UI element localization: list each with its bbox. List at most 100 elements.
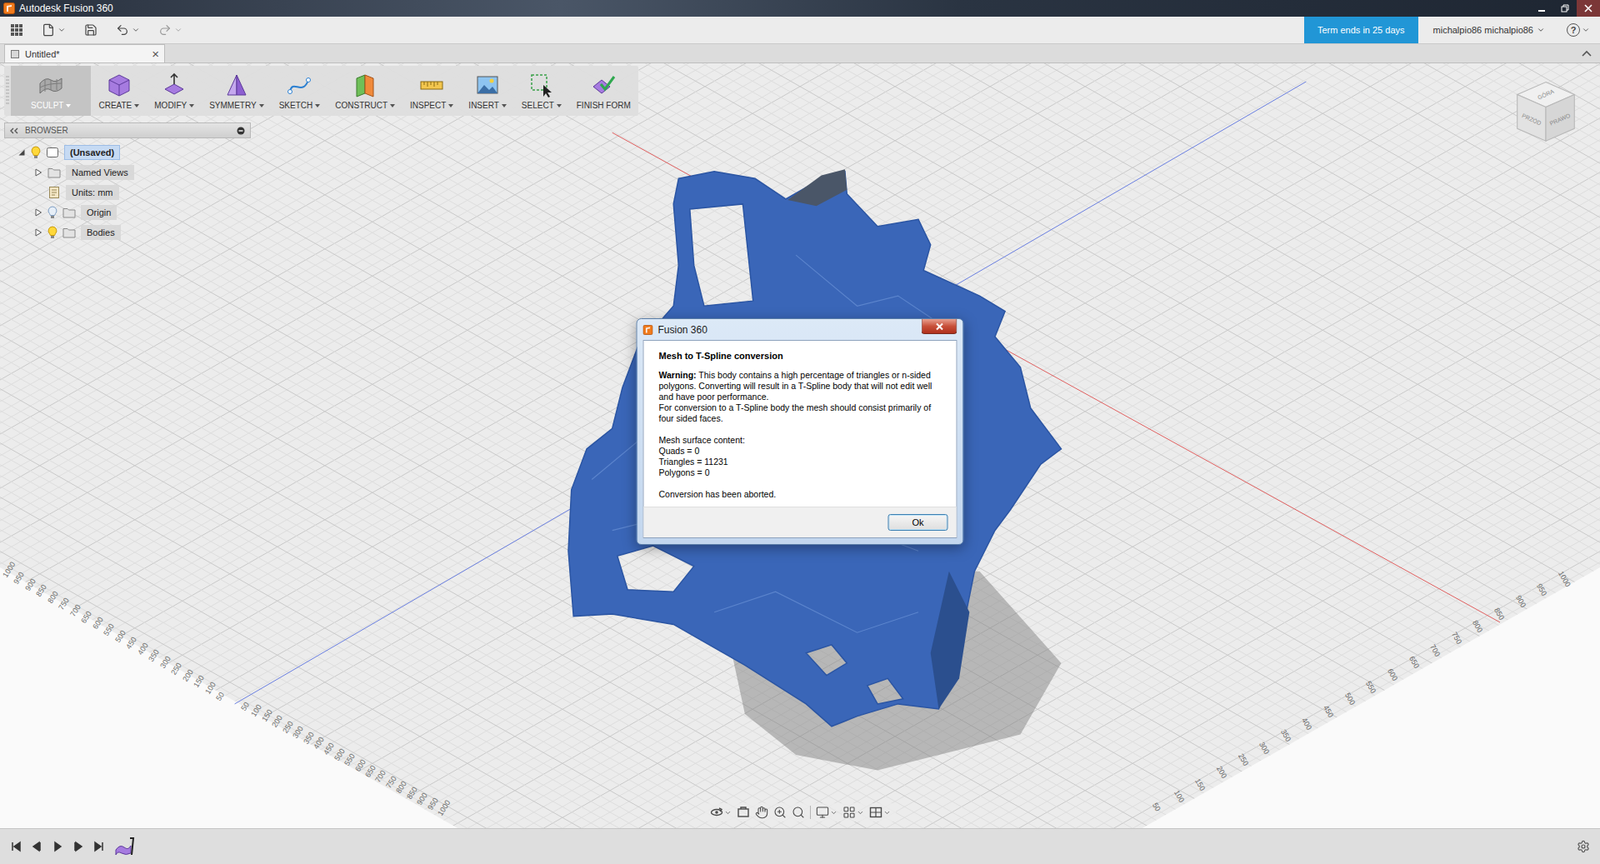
collapsed-icon[interactable] [34,208,43,217]
mesh-body[interactable] [568,171,1062,727]
browser-item[interactable]: Bodies [4,222,251,243]
toolbar-label[interactable]: FINISH FORM [576,100,631,110]
collapsed-icon[interactable] [34,168,43,177]
mesh-stat: Quads = 0 [659,445,942,457]
bulb-on-icon[interactable] [47,225,58,240]
restore-button[interactable] [1553,0,1577,17]
sculpt-icon [37,71,65,99]
conversion-dialog: Fusion 360 Mesh to T-Spline conversionWar… [636,318,965,545]
collapse-tabs-button[interactable] [1581,44,1592,63]
save-button[interactable] [84,23,98,37]
toolbar-grip[interactable] [4,65,11,116]
toolbar-button[interactable]: CREATE [90,65,147,116]
user-name[interactable]: michalpio86 michalpio86 [1433,25,1534,35]
orbit-button[interactable] [710,805,732,820]
document-tab[interactable]: Untitled* × [4,44,165,63]
browser-item-label[interactable]: Named Views [65,165,135,180]
user-menu[interactable]: michalpio86 michalpio86 [1433,25,1545,35]
grid-icon [842,805,856,820]
toolbar-label[interactable]: SKETCH [279,100,321,110]
toolbar-label[interactable]: SCULPT [30,100,71,110]
dialog-footer: Ok [644,506,957,538]
dialog-title-bar[interactable]: Fusion 360 [643,319,958,340]
timeline-feature-icon[interactable] [114,836,136,857]
display-settings-button[interactable] [815,805,838,820]
browser-item-label[interactable]: Origin [80,205,117,220]
toolbar-button[interactable]: FINISH FORM [569,65,639,116]
document-tab-bar: Untitled* × [0,44,1600,64]
collapsed-icon[interactable] [34,228,43,237]
construct-icon [351,71,379,99]
toolbar-label[interactable]: INSERT [468,100,507,110]
tab-label[interactable]: Untitled* [25,49,60,60]
dialog-title: Fusion 360 [643,319,708,336]
minimize-button[interactable] [1530,0,1554,17]
dialog-body: Mesh to T-Spline conversionWarning: This… [643,340,958,539]
zoom-button[interactable] [773,805,787,820]
toolbar-button[interactable]: INSPECT [402,65,461,116]
toolbar-label[interactable]: CONSTRUCT [335,100,395,110]
browser-item-label[interactable]: Bodies [80,225,121,240]
step-back-icon[interactable] [30,840,43,853]
app-menu-button[interactable] [10,23,24,37]
file-menu-button[interactable] [41,23,66,37]
toolbar-label[interactable]: MODIFY [154,100,195,110]
go-to-start-icon[interactable] [10,840,22,853]
dialog-close-button[interactable] [921,319,958,335]
browser-item-label[interactable]: Units: mm [65,185,120,200]
undo-button[interactable] [115,23,140,37]
fit-button[interactable] [791,805,805,820]
step-forward-icon[interactable] [72,840,85,853]
toolbar-button[interactable]: SKETCH [271,65,329,116]
undo-icon [115,23,130,37]
timeline [0,828,1600,864]
browser-item[interactable]: Origin [4,202,251,223]
mesh-stat: Polygons = 0 [659,467,942,479]
dropdown-arrow-icon [189,104,195,108]
toolbar-label[interactable]: INSPECT [410,100,454,110]
timeline-settings-button[interactable] [1576,840,1590,854]
ok-button[interactable]: Ok [888,514,949,531]
go-to-end-icon[interactable] [93,840,105,853]
toolbar-button[interactable]: SYMMETRY [201,65,272,116]
collapse-panel-icon[interactable] [10,127,19,135]
browser-item[interactable]: (Unsaved) [4,142,251,163]
gear-icon [1576,840,1590,854]
help-button[interactable]: ? [1566,23,1590,37]
view-cube-icon[interactable]: GÓRAPRZÓDPRAWO [1508,75,1584,150]
pan-button[interactable] [755,805,769,820]
toolbar-label[interactable]: SELECT [521,100,562,110]
tab-close-button[interactable]: × [151,47,160,60]
quick-access-group [10,23,183,37]
toolbar-button[interactable]: MODIFY [146,65,202,116]
grid-settings-button[interactable] [842,805,865,820]
browser-item[interactable]: Named Views [4,162,251,183]
toolbar-button[interactable]: CONSTRUCT [327,65,403,116]
magnifier-icon [791,805,805,820]
expanded-icon[interactable] [17,148,26,157]
app-grid-icon [10,23,24,37]
view-cube[interactable]: GÓRAPRZÓDPRAWO [1508,75,1584,150]
bulb-on-icon[interactable] [30,145,41,160]
expander-slot [17,148,26,157]
dropdown-arrow-icon [448,104,454,108]
bulb-off-icon[interactable] [47,205,58,220]
browser-item[interactable]: Units: mm [4,182,251,203]
look-at-button[interactable] [736,805,750,820]
redo-button[interactable] [158,23,183,37]
viewports-button[interactable] [869,805,891,820]
toolbar-label[interactable]: CREATE [98,100,140,110]
close-button[interactable] [1576,0,1600,17]
play-icon[interactable] [51,840,64,853]
browser-item-label[interactable]: (Unsaved) [64,145,120,160]
browser-pin[interactable] [236,126,245,135]
toolbar-button[interactable]: SCULPT [10,65,91,116]
toolbar-label[interactable]: SYMMETRY [209,100,265,110]
grip-icon [5,74,10,108]
browser-tree: (Unsaved) Named Views Units: mm Origin Bodie… [4,138,251,243]
document-icon [10,49,20,60]
toolbar-button[interactable]: INSERT [460,65,515,116]
toolbar-button[interactable]: SELECT [514,65,570,116]
term-badge[interactable]: Term ends in 25 days [1304,16,1419,44]
chevron-down-icon [830,809,838,817]
